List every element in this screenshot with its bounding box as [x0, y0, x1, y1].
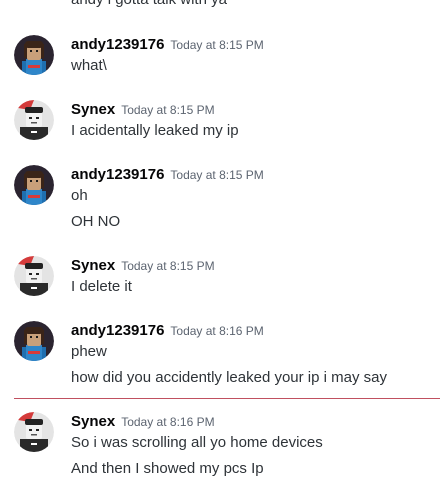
message-header: andy1239176 Today at 8:16 PM	[71, 321, 264, 341]
timestamp[interactable]: Today at 8:16 PM	[121, 415, 214, 429]
timestamp[interactable]: Today at 8:16 PM	[170, 324, 263, 338]
avatar-andy-icon[interactable]	[14, 321, 54, 361]
message-text: I delete it	[71, 278, 132, 295]
message-text: how did you accidently leaked your ip i …	[71, 369, 387, 386]
avatar-andy-icon[interactable]	[14, 35, 54, 75]
avatar-synex-icon[interactable]	[14, 256, 54, 296]
message-text: I acidentally leaked my ip	[71, 122, 239, 139]
message-header: Synex Today at 8:15 PM	[71, 100, 215, 120]
message-text: OH NO	[71, 213, 121, 230]
message-text: phew	[71, 343, 107, 360]
timestamp[interactable]: Today at 8:15 PM	[170, 168, 263, 182]
message-header: Synex Today at 8:16 PM	[71, 412, 215, 432]
avatar-synex-icon[interactable]	[14, 100, 54, 140]
timestamp[interactable]: Today at 8:15 PM	[170, 38, 263, 52]
message-header: andy1239176 Today at 8:15 PM	[71, 35, 264, 55]
message-text: So i was scrolling all yo home devices	[71, 434, 323, 451]
message-header: andy1239176 Today at 8:15 PM	[71, 165, 264, 185]
avatar-synex-icon[interactable]	[14, 412, 54, 452]
timestamp[interactable]: Today at 8:15 PM	[121, 103, 214, 117]
message-text: oh	[71, 187, 88, 204]
avatar-andy-icon[interactable]	[14, 165, 54, 205]
message-header: Synex Today at 8:15 PM	[71, 256, 215, 276]
message-text: And then I showed my pcs Ip	[71, 460, 264, 477]
username[interactable]: andy1239176	[71, 322, 164, 339]
chat-messages: andy i gotta talk with ya andy1239176 Tod…	[0, 0, 440, 490]
new-messages-divider	[14, 398, 440, 399]
message-text: what\	[71, 57, 107, 74]
username[interactable]: Synex	[71, 101, 115, 118]
timestamp[interactable]: Today at 8:15 PM	[121, 259, 214, 273]
username[interactable]: Synex	[71, 257, 115, 274]
username[interactable]: andy1239176	[71, 166, 164, 183]
message-text: andy i gotta talk with ya	[71, 0, 227, 8]
username[interactable]: Synex	[71, 413, 115, 430]
username[interactable]: andy1239176	[71, 36, 164, 53]
